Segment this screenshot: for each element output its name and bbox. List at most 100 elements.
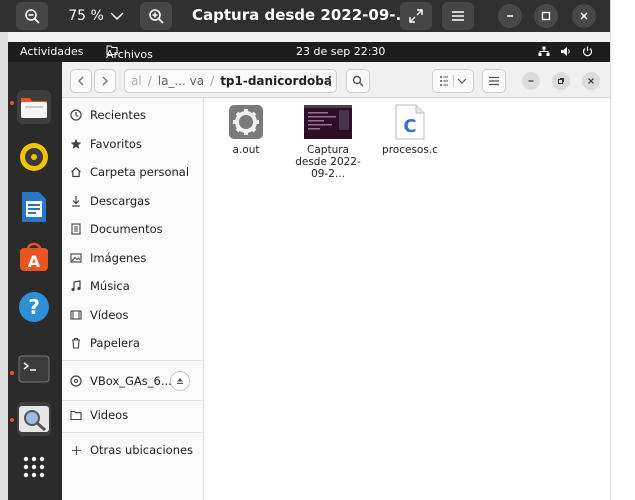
volume-icon xyxy=(561,47,570,56)
svg-text:?: ? xyxy=(28,295,40,319)
sidebar-item-label: Recientes xyxy=(90,108,147,122)
zoom-out-icon xyxy=(25,9,40,24)
terminal-icon xyxy=(18,355,50,383)
list-view-icon xyxy=(440,75,467,87)
dock: A ? xyxy=(8,62,62,500)
files-maximize-button[interactable] xyxy=(552,72,570,90)
file-item[interactable]: Captura desde 2022-09-2... xyxy=(290,104,366,180)
dock-software[interactable]: A xyxy=(17,240,51,274)
sidebar-item-carpeta-personal[interactable]: Carpeta personal xyxy=(62,159,204,185)
running-indicator xyxy=(10,418,14,422)
eject-icon xyxy=(177,378,183,384)
dock-terminal[interactable] xyxy=(17,352,51,386)
zoom-out-button[interactable] xyxy=(16,2,48,30)
image-viewer-icon xyxy=(19,406,49,432)
path-segment[interactable]: al xyxy=(131,74,142,88)
zoom-in-icon xyxy=(149,9,164,24)
sidebar-item-papelera[interactable]: Papelera xyxy=(62,330,204,356)
zoom-level-selector[interactable]: 75 % xyxy=(56,2,136,30)
sidebar-item-recientes[interactable]: Recientes xyxy=(62,102,204,128)
zoom-in-button[interactable] xyxy=(140,2,172,30)
download-icon xyxy=(62,195,90,207)
dock-rhythmbox[interactable] xyxy=(17,140,51,174)
help-icon: ? xyxy=(19,292,49,322)
path-segment[interactable]: la_... va xyxy=(158,74,204,88)
minimize-icon xyxy=(528,80,534,82)
sidebar-item-label: Imágenes xyxy=(90,251,147,265)
dock-writer[interactable] xyxy=(17,190,51,224)
zoom-level: 75 % xyxy=(68,8,104,24)
folder-icon xyxy=(62,409,90,421)
ubuntu-top-bar: Actividades Archivos 23 de sep 22:30 xyxy=(8,42,610,62)
sidebar-item-label: Otras ubicaciones xyxy=(90,443,194,457)
minimize-icon xyxy=(507,15,513,17)
running-indicator xyxy=(10,371,14,375)
file-item[interactable]: C procesos.c xyxy=(372,104,448,156)
show-apps-button[interactable] xyxy=(17,450,51,484)
viewer-headerbar: 75 % Captura desde 2022-09-... xyxy=(0,0,610,32)
activities-button[interactable]: Actividades xyxy=(20,45,84,58)
view-options-button[interactable] xyxy=(432,69,474,93)
video-icon xyxy=(62,309,90,321)
libreoffice-writer-icon xyxy=(22,192,46,222)
close-icon xyxy=(588,78,594,84)
sidebar-item-bookmark-videos[interactable]: Videos xyxy=(62,402,204,428)
plus-icon xyxy=(62,445,90,456)
sidebar-item-label: Vídeos xyxy=(90,308,129,322)
system-tray[interactable] xyxy=(538,46,593,57)
maximize-icon xyxy=(541,11,551,21)
screenshot-thumbnail-icon xyxy=(290,104,366,140)
file-item[interactable]: a.out xyxy=(208,104,284,156)
rhythmbox-icon xyxy=(20,143,48,171)
music-icon xyxy=(62,280,90,292)
close-icon xyxy=(580,12,588,20)
power-icon xyxy=(582,46,593,57)
sidebar-item-imagenes[interactable]: Imágenes xyxy=(62,245,204,271)
trash-icon xyxy=(62,337,90,349)
minimize-button[interactable] xyxy=(498,4,522,28)
sidebar-item-label: Carpeta personal xyxy=(90,165,190,179)
clock[interactable]: 23 de sep 22:30 xyxy=(296,45,385,58)
document-icon xyxy=(62,223,90,235)
sidebar-item-documentos[interactable]: Documentos xyxy=(62,216,204,242)
sidebar-item-favoritos[interactable]: Favoritos xyxy=(62,131,204,157)
files-menu-button[interactable] xyxy=(482,69,506,93)
viewer-title: Captura desde 2022-09-... xyxy=(192,6,413,24)
fullscreen-button[interactable] xyxy=(400,2,432,30)
files-minimize-button[interactable] xyxy=(522,72,540,90)
file-name: procesos.c xyxy=(382,144,438,156)
executable-icon xyxy=(208,104,284,140)
background-window-edge-right xyxy=(610,0,635,500)
sidebar-item-label: Documentos xyxy=(90,222,163,236)
app-grid-icon xyxy=(23,456,45,478)
path-menu-button[interactable] xyxy=(320,69,340,93)
star-icon xyxy=(62,138,90,150)
path-current[interactable]: tp1-danicordoba xyxy=(220,74,332,88)
sidebar-item-videos[interactable]: Vídeos xyxy=(62,302,204,328)
menu-button[interactable] xyxy=(442,2,474,30)
dock-help[interactable]: ? xyxy=(17,290,51,324)
eject-button[interactable] xyxy=(170,371,190,391)
maximize-button[interactable] xyxy=(534,4,558,28)
sidebar-item-descargas[interactable]: Descargas xyxy=(62,188,204,214)
sidebar-item-label: Música xyxy=(90,279,130,293)
sidebar-item-label: Papelera xyxy=(90,336,140,350)
dock-files[interactable] xyxy=(17,90,51,124)
sidebar-item-other-locations[interactable]: Otras ubicaciones xyxy=(62,437,204,463)
close-button[interactable] xyxy=(572,4,596,28)
sidebar-item-musica[interactable]: Música xyxy=(62,273,204,299)
files-close-button[interactable] xyxy=(582,72,600,90)
chevron-right-icon xyxy=(102,76,108,86)
clock-icon xyxy=(62,109,90,121)
back-button[interactable] xyxy=(70,69,92,93)
dock-image-viewer[interactable] xyxy=(17,402,51,436)
app-menu[interactable]: Archivos xyxy=(106,45,153,61)
hamburger-icon xyxy=(452,11,464,21)
forward-button[interactable] xyxy=(94,69,116,93)
chevron-left-icon xyxy=(78,76,84,86)
sidebar-item-vbox-device[interactable]: VBox_GAs_6.... xyxy=(62,368,204,394)
disc-icon xyxy=(62,375,90,387)
files-headerbar: al / la_... va / tp1-danicordoba xyxy=(62,62,610,98)
hamburger-icon xyxy=(489,76,499,86)
search-button[interactable] xyxy=(346,69,370,93)
